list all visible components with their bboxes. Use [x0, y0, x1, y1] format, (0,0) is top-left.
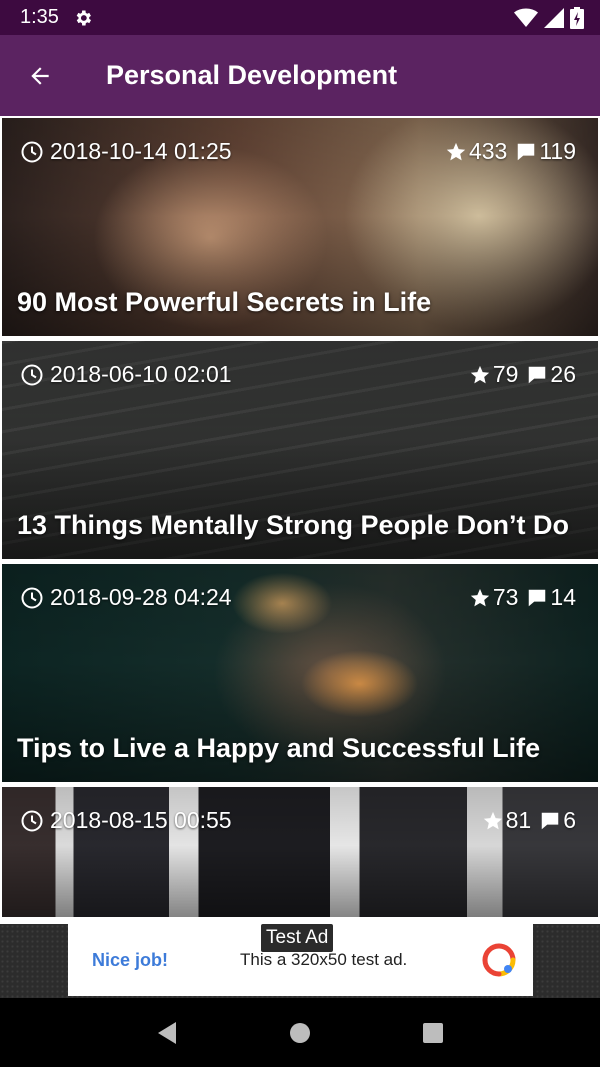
article-stats: 81 6 [482, 807, 576, 834]
ad-banner[interactable]: Nice job! This a 320x50 test ad. Test Ad [0, 924, 600, 998]
ad-badge: Test Ad [261, 924, 334, 952]
ad-body: This a 320x50 test ad. [240, 950, 408, 969]
status-bar: 1:35 [0, 0, 600, 35]
back-button[interactable] [0, 35, 80, 116]
nav-back-button[interactable] [152, 1018, 182, 1048]
nav-home-button[interactable] [285, 1018, 315, 1048]
comment-icon [541, 812, 559, 829]
date-text: 2018-06-10 02:01 [50, 361, 232, 387]
article-title: 13 Things Mentally Strong People Don’t D… [17, 510, 570, 540]
nav-recents-button[interactable] [418, 1018, 448, 1048]
article-stats: 433 119 [445, 138, 576, 165]
clock-icon [21, 587, 43, 608]
article-card[interactable]: 2018-10-14 01:25 433 119 90 Most Powerfu… [2, 118, 598, 336]
article-card[interactable]: 2018-06-10 02:01 79 26 13 Things Mentall… [2, 341, 598, 559]
date-text: 2018-09-28 04:24 [50, 584, 232, 610]
app-bar: Personal Development [0, 35, 600, 116]
date-text: 2018-10-14 01:25 [50, 138, 232, 164]
page-title: Personal Development [106, 60, 398, 90]
article-title: 90 Most Powerful Secrets in Life [17, 287, 432, 317]
comment-count: 26 [550, 361, 576, 387]
clock-icon [21, 810, 43, 831]
star-icon [470, 365, 489, 383]
article-stats: 73 14 [469, 584, 576, 611]
signal-icon [544, 7, 564, 28]
star-icon [446, 142, 466, 160]
nav-back-icon [157, 1021, 176, 1044]
star-icon [483, 811, 502, 829]
article-date: 2018-10-14 01:25 [20, 138, 232, 165]
article-card[interactable]: 2018-08-15 00:55 81 6 [2, 787, 598, 917]
gear-icon [76, 10, 91, 25]
date-text: 2018-08-15 00:55 [50, 807, 232, 833]
arrow-back-icon [31, 66, 49, 85]
article-title: Tips to Live a Happy and Successful Life [17, 733, 541, 763]
article-date: 2018-08-15 00:55 [20, 807, 232, 834]
star-icon [470, 588, 489, 606]
wifi-icon [514, 8, 538, 27]
clock-icon [21, 141, 43, 162]
battery-icon [570, 6, 584, 29]
comment-icon [518, 143, 535, 160]
ad-logo-icon [482, 943, 516, 977]
comment-icon [529, 366, 546, 383]
nav-recents-icon [423, 1022, 444, 1043]
system-nav-bar [0, 998, 600, 1067]
star-count: 433 [468, 138, 508, 164]
comment-count: 6 [563, 807, 576, 833]
article-date: 2018-06-10 02:01 [20, 361, 232, 388]
article-card[interactable]: 2018-09-28 04:24 73 14 Tips to Live a Ha… [2, 564, 598, 782]
ad-headline: Nice job! [92, 949, 169, 970]
star-count: 73 [492, 584, 519, 610]
nav-home-icon [289, 1022, 310, 1043]
article-date: 2018-09-28 04:24 [20, 584, 232, 611]
comment-count: 14 [550, 584, 576, 610]
comment-icon [529, 589, 546, 606]
star-count: 81 [505, 807, 532, 833]
star-count: 79 [492, 361, 519, 387]
status-time: 1:35 [20, 6, 59, 28]
clock-icon [21, 364, 43, 385]
article-stats: 79 26 [469, 361, 576, 388]
comment-count: 119 [539, 138, 576, 164]
